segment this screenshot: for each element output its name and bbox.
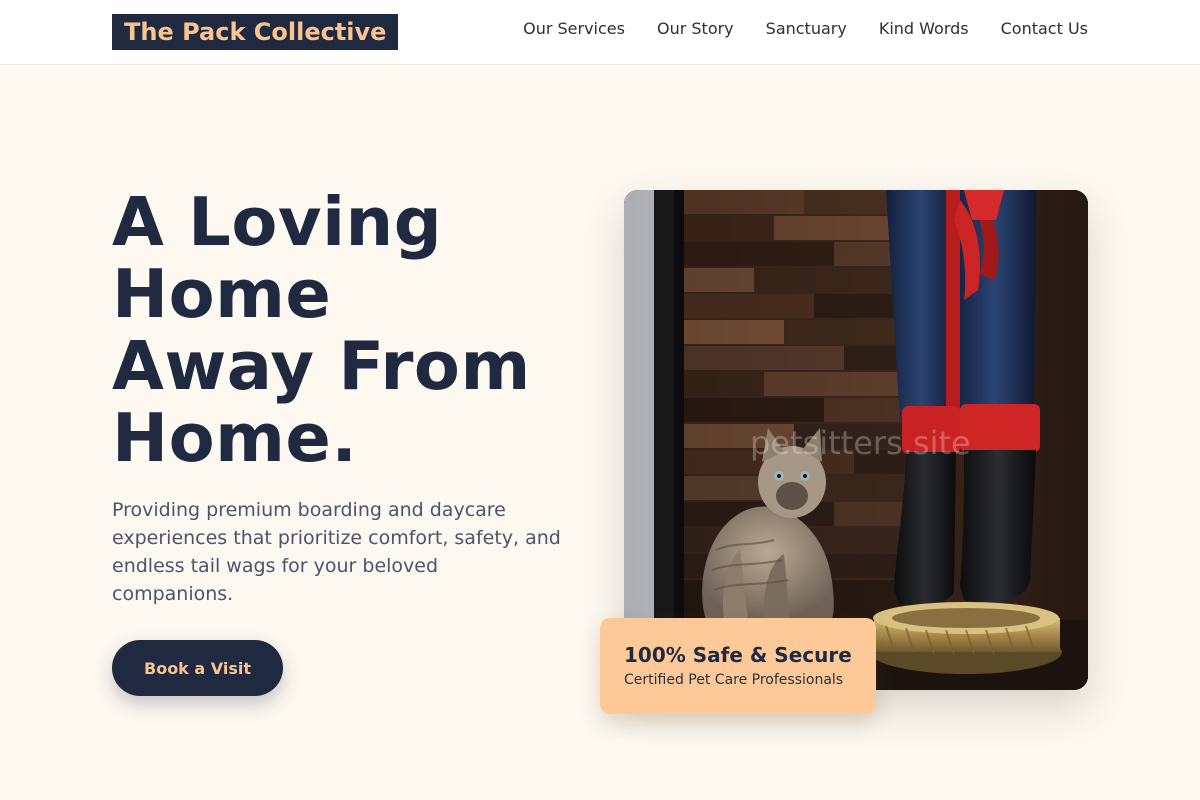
image-watermark: petsitters.site [750, 424, 971, 462]
nav-item-our-services[interactable]: Our Services [523, 19, 625, 39]
nav-item-sanctuary[interactable]: Sanctuary [766, 19, 847, 39]
hero-photo: petsitters.site [624, 190, 1088, 690]
nav-item-kind-words[interactable]: Kind Words [879, 19, 969, 39]
hero-title-line: Home [112, 255, 332, 333]
site-logo[interactable]: The Pack Collective [112, 14, 399, 50]
hero-title-line: A Loving [112, 183, 443, 261]
book-a-visit-button[interactable]: Book a Visit [112, 640, 283, 696]
hero-title-line: Away From [112, 327, 531, 405]
main-nav: Our Services Our Story Sanctuary Kind Wo… [523, 19, 1088, 39]
safe-secure-badge: 100% Safe & Secure Certified Pet Care Pr… [600, 618, 876, 714]
hero-subtitle: Providing premium boarding and daycare e… [112, 499, 561, 605]
nav-item-our-story[interactable]: Our Story [657, 19, 734, 39]
hero-title-line: Home. [112, 399, 358, 477]
hero-title: A Loving Home Away From Home. [112, 186, 582, 474]
badge-subtitle: Certified Pet Care Professionals [624, 672, 844, 688]
site-header: The Pack Collective Our Services Our Sto… [0, 0, 1200, 65]
badge-title: 100% Safe & Secure [624, 643, 852, 667]
nav-item-contact-us[interactable]: Contact Us [1001, 19, 1088, 39]
